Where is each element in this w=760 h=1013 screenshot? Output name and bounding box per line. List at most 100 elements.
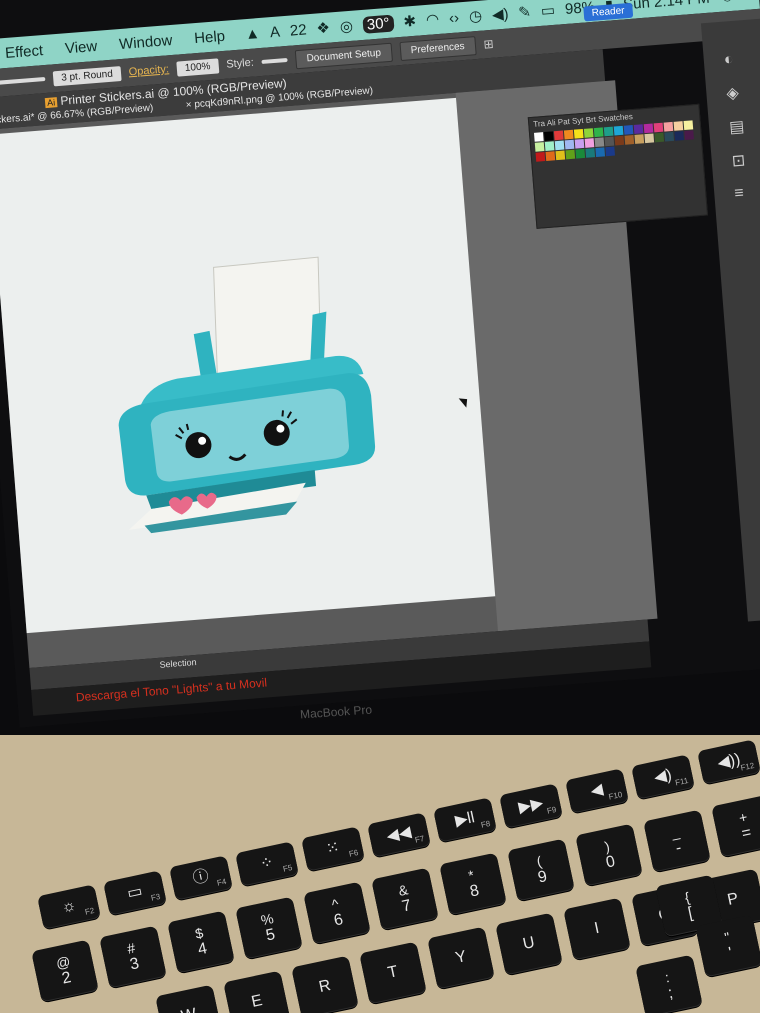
key-5[interactable]: % 5 <box>235 896 303 959</box>
layers-panel-icon[interactable]: ◈ <box>726 80 760 103</box>
fill-swatch[interactable] <box>0 77 46 86</box>
swatch-23[interactable] <box>604 136 615 147</box>
swatch-14[interactable] <box>673 121 684 131</box>
menubar-clock[interactable]: Sun 2:14 PM <box>622 0 710 13</box>
ai-file-icon: Ai <box>44 97 58 109</box>
swatch-34[interactable] <box>555 150 566 161</box>
artboard[interactable] <box>0 97 496 634</box>
selection-status[interactable]: Selection <box>159 657 197 670</box>
swatch-22[interactable] <box>594 137 605 148</box>
dropbox-icon[interactable]: ❖ <box>316 19 331 38</box>
key-shift-legend: ^ <box>330 895 341 913</box>
swatch-25[interactable] <box>624 135 635 145</box>
swatch-36[interactable] <box>575 148 586 159</box>
swatch-32[interactable] <box>535 152 546 162</box>
swatch-11[interactable] <box>643 123 654 134</box>
photo-scene: Effect View Window Help ▲ A 22 ❖ ◎ 30° ✱… <box>0 0 760 1013</box>
swatch-10[interactable] <box>633 124 644 134</box>
creative-cloud-icon[interactable]: ▲ <box>244 25 260 43</box>
color-panel-icon[interactable]: ◐ <box>723 49 760 70</box>
swatch-0[interactable] <box>533 132 544 142</box>
opacity-input[interactable]: 100% <box>176 57 219 77</box>
swatch-5[interactable] <box>583 128 594 138</box>
menu-effect[interactable]: Effect <box>4 42 43 62</box>
swatch-21[interactable] <box>584 138 595 148</box>
menu-window[interactable]: Window <box>118 31 173 52</box>
swatch-30[interactable] <box>674 131 685 141</box>
align-panel-icon[interactable]: ▤ <box>728 114 760 137</box>
stroke-profile-select[interactable]: 3 pt. Round <box>52 65 122 86</box>
printer-artwork[interactable] <box>0 98 495 633</box>
key-quote[interactable]: " ' <box>695 914 760 978</box>
opacity-label[interactable]: Opacity: <box>128 63 169 78</box>
swatch-13[interactable] <box>663 121 674 132</box>
swatch-6[interactable] <box>593 127 604 138</box>
swatch-27[interactable] <box>644 133 655 144</box>
swatch-24[interactable] <box>614 135 625 146</box>
swatch-37[interactable] <box>585 148 596 158</box>
user-icon[interactable]: ☺ <box>719 0 736 5</box>
sync-icon[interactable]: ◎ <box>339 17 353 36</box>
wifi-icon[interactable]: ◠ <box>425 10 439 29</box>
preferences-button[interactable]: Preferences <box>399 35 477 61</box>
swatch-4[interactable] <box>573 128 584 139</box>
swatch-19[interactable] <box>564 139 575 150</box>
key-7[interactable]: & 7 <box>371 867 439 930</box>
swatch-15[interactable] <box>683 120 694 131</box>
swatch-35[interactable] <box>565 149 576 160</box>
menu-view[interactable]: View <box>64 37 97 56</box>
swatch-7[interactable] <box>603 126 614 137</box>
swatch-20[interactable] <box>574 138 585 149</box>
swatch-3[interactable] <box>563 129 574 140</box>
swatch-33[interactable] <box>545 151 556 161</box>
code-icon[interactable]: ‹› <box>448 9 459 27</box>
key--[interactable]: _ - <box>643 809 711 872</box>
display-icon[interactable]: ▭ <box>540 1 555 20</box>
key-u[interactable]: U <box>495 912 563 975</box>
key-t[interactable]: T <box>359 941 427 1004</box>
swatch-8[interactable] <box>613 125 624 136</box>
swatches-panel[interactable]: Tra Ali Pat Syt Brt Swatches <box>527 103 709 229</box>
document-setup-button[interactable]: Document Setup <box>294 42 393 69</box>
key-legend: 3 <box>128 954 141 974</box>
transform-panel-icon[interactable]: ⊡ <box>731 148 760 171</box>
key-legend: I <box>592 919 601 938</box>
key-fn-legend: F2 <box>84 905 96 917</box>
temperature-badge[interactable]: 30° <box>362 14 395 34</box>
key-semicolon[interactable]: :; <box>635 954 703 1013</box>
swatch-9[interactable] <box>623 125 634 135</box>
arrange-icon[interactable]: ⊞ <box>483 37 494 52</box>
key-legend: ☼ <box>59 896 78 917</box>
swatch-26[interactable] <box>634 134 645 144</box>
close-icon[interactable]: × <box>185 100 192 111</box>
bluetooth-icon[interactable]: ✱ <box>403 12 417 31</box>
swatch-2[interactable] <box>553 130 564 141</box>
time-machine-icon[interactable]: ◷ <box>468 7 482 26</box>
volume-icon[interactable]: ◀) <box>491 4 509 23</box>
style-swatch[interactable] <box>261 57 288 64</box>
key-legend: 5 <box>264 925 277 945</box>
swatch-16[interactable] <box>534 142 545 152</box>
swatch-38[interactable] <box>595 147 606 158</box>
swatch-31[interactable] <box>684 130 694 140</box>
swatch-1[interactable] <box>543 131 554 142</box>
style-label: Style: <box>225 56 255 71</box>
key-3[interactable]: #3 <box>99 925 167 988</box>
key-fn-legend: F5 <box>282 862 294 874</box>
key-legend: 9 <box>536 867 549 887</box>
key-9[interactable]: (9 <box>507 838 575 901</box>
swatch-28[interactable] <box>654 132 665 143</box>
key-legend: = <box>740 824 753 843</box>
swatch-29[interactable] <box>664 131 675 142</box>
swatch-12[interactable] <box>653 122 664 133</box>
swatch-17[interactable] <box>544 141 555 151</box>
pen-icon[interactable]: ✎ <box>518 3 532 22</box>
key-legend: ◀ <box>589 780 605 801</box>
adobe-ai-icon[interactable]: A <box>269 23 280 41</box>
key-legend: W <box>180 1006 199 1013</box>
stroke-panel-icon[interactable]: ≡ <box>734 182 760 203</box>
key-shift-legend: # <box>125 939 137 957</box>
menu-help[interactable]: Help <box>194 27 226 46</box>
swatch-18[interactable] <box>554 140 565 151</box>
swatch-39[interactable] <box>605 146 616 157</box>
